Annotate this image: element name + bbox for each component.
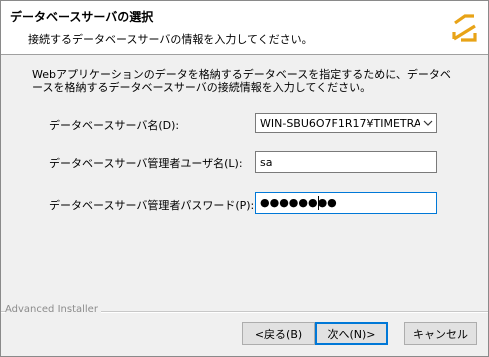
- password-mask: ●●●●●●●●: [260, 196, 337, 209]
- server-name-dropdown[interactable]: WIN-SBU6O7F1R17¥TIMETRACK: [255, 113, 437, 133]
- next-button[interactable]: 次へ(N)>: [315, 322, 388, 345]
- dialog-header: データベースサーバの選択 接続するデータベースサーバの情報を入力してください。: [1, 1, 488, 55]
- cancel-button[interactable]: キャンセル: [404, 322, 477, 345]
- installer-dialog: データベースサーバの選択 接続するデータベースサーバの情報を入力してください。 …: [0, 0, 489, 357]
- admin-user-label: データベースサーバ管理者ユーザ名(L):: [49, 157, 243, 170]
- page-subtitle: 接続するデータベースサーバの情報を入力してください。: [28, 33, 313, 46]
- chevron-down-icon: [423, 120, 433, 126]
- server-name-label: データベースサーバ名(D):: [49, 119, 180, 132]
- text-caret: [318, 196, 319, 210]
- server-name-value: WIN-SBU6O7F1R17¥TIMETRACK: [260, 117, 420, 130]
- page-title: データベースサーバの選択: [10, 10, 154, 24]
- advanced-installer-logo-icon: [452, 14, 477, 42]
- admin-user-input[interactable]: sa: [255, 151, 437, 173]
- admin-password-input[interactable]: ●●●●●●●●: [255, 192, 437, 214]
- admin-password-label: データベースサーバ管理者パスワード(P):: [49, 199, 255, 212]
- instruction-text: Webアプリケーションのデータを格納するデータベースを指定するために、データベー…: [32, 68, 451, 94]
- admin-user-value: sa: [260, 156, 273, 169]
- back-button[interactable]: <戻る(B): [242, 322, 315, 345]
- brand-label: Advanced Installer: [5, 304, 101, 315]
